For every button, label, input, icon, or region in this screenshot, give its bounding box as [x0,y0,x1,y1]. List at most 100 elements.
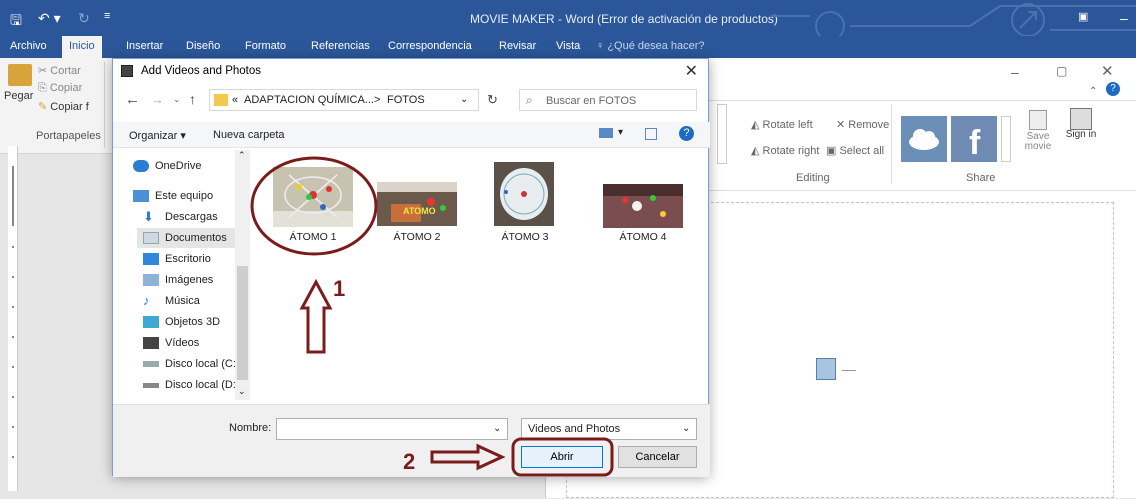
file-label-atomo-2[interactable]: ÁTOMO 2 [369,231,465,243]
remove-button[interactable]: ✕ Remove [836,118,889,131]
scroll-up-icon[interactable]: ⌃ [238,150,246,161]
organize-button[interactable]: Organizar ▾ [129,129,186,142]
share-scroll[interactable] [1001,116,1011,162]
up-icon[interactable]: ↑ [189,91,196,107]
remove-icon: ✕ [836,119,849,131]
rotate-left-button[interactable]: ◭ Rotate left [751,118,813,131]
customize-qat-icon[interactable]: ≡ [104,10,110,22]
name-dropdown-icon[interactable]: ⌄ [493,423,501,434]
gallery-scroll[interactable] [717,104,727,164]
vertical-ruler [8,146,18,491]
computer-icon [133,190,149,202]
nav-label: Este equipo [155,190,214,202]
facebook-icon[interactable]: f [951,116,997,162]
tab-correspondencia[interactable]: Correspondencia [388,40,472,52]
onedrive-icon[interactable] [901,116,947,162]
select-all-icon: ▣ [826,145,840,157]
path-part-1[interactable]: ADAPTACION QUÍMICA... [244,94,374,106]
nav-scrollbar[interactable]: ⌃ ⌄ [235,150,250,400]
cut-label: Cortar [50,65,81,77]
ribbon-tabs: Archivo Inicio Insertar Diseño Formato R… [0,36,1136,58]
forward-icon[interactable]: → [151,92,164,107]
paste-icon[interactable] [8,64,32,86]
minimize-word-icon[interactable]: – [1120,10,1128,26]
file-thumbnail-atomo-1[interactable] [273,167,353,227]
cancel-button[interactable]: Cancelar [618,446,697,468]
drive-icon [143,382,159,388]
save-icon[interactable]: 🖫 [10,10,22,34]
file-label-atomo-4[interactable]: ÁTOMO 4 [595,231,691,243]
scroll-down-icon[interactable]: ⌄ [238,386,246,397]
dialog-toolbar: Organizar ▾ Nueva carpeta ▾ ? [113,122,710,148]
help-icon[interactable]: ? [679,126,694,141]
close-window-icon[interactable]: ✕ [1101,62,1114,80]
nav-label: Objetos 3D [165,316,221,328]
nav-item-este-equipo[interactable]: Este equipo [133,186,249,206]
recent-locations-icon[interactable]: ⌄ [173,94,181,105]
tell-me-search[interactable]: ♀ ¿Qué desea hacer? [596,40,705,52]
save-movie-button[interactable]: Save movie [1018,108,1058,168]
tab-vista[interactable]: Vista [556,40,580,52]
select-all-button[interactable]: ▣ Select all [826,144,884,157]
maximize-icon[interactable]: ▢ [1056,64,1067,78]
file-label-atomo-1[interactable]: ÁTOMO 1 [265,231,361,243]
redo-icon[interactable]: ↻ [78,10,90,27]
search-input[interactable]: ⌕ Buscar en FOTOS [519,89,697,111]
open-button[interactable]: Abrir [521,446,603,468]
minimize-icon[interactable]: – [1011,64,1019,80]
view-options-icon[interactable] [599,128,613,138]
music-icon: ♪ [143,293,150,308]
path-prefix: « [232,94,239,106]
dialog-close-icon[interactable]: ✕ [685,61,698,81]
group-divider [891,104,892,184]
nav-label: Disco local (C:) [165,358,240,370]
video-icon [143,337,159,349]
tab-diseno[interactable]: Diseño [186,40,220,52]
tab-referencias[interactable]: Referencias [311,40,370,52]
tab-formato[interactable]: Formato [245,40,286,52]
address-dropdown-icon[interactable]: ⌄ [460,94,468,105]
file-label-atomo-3[interactable]: ÁTOMO 3 [477,231,573,243]
path-part-2[interactable]: FOTOS [387,94,425,106]
window-title: MOVIE MAKER - Word (Error de activación … [470,12,778,26]
brush-icon: ✎ [38,101,51,113]
document-icon [143,232,159,244]
nav-item-onedrive[interactable]: OneDrive [133,156,249,176]
tab-revisar[interactable]: Revisar [499,40,536,52]
cut-button[interactable]: ✂ Cortar [38,64,81,77]
collapse-ribbon-icon[interactable]: ⌃ [1089,86,1097,97]
file-name-input[interactable]: ⌄ [276,418,508,440]
preview-pane-icon[interactable] [645,128,657,140]
scroll-thumb[interactable] [237,266,248,380]
rotate-right-icon: ◭ [751,145,763,157]
folder-icon [214,94,228,106]
copy-button[interactable]: ⎘ Copiar [38,82,82,95]
file-thumbnail-atomo-3[interactable] [494,162,554,226]
rotate-right-button[interactable]: ◭ Rotate right [751,144,819,157]
tab-inicio[interactable]: Inicio [62,36,102,58]
undo-icon[interactable]: ↶ ▾ [38,10,61,27]
add-videos-dialog: Add Videos and Photos ✕ ← → ⌄ ↑ « ADAPTA… [112,58,710,477]
file-type-select[interactable]: Videos and Photos ⌄ [521,418,697,440]
sign-in-button[interactable]: Sign in [1064,108,1098,168]
help-icon[interactable]: ? [1106,82,1120,96]
photo-placeholder-icon [816,358,836,380]
format-painter-button[interactable]: ✎ Copiar f [38,100,89,113]
path-separator: > [374,94,381,106]
drive-icon [143,361,159,367]
ribbon-options-icon[interactable]: ▣ [1078,10,1088,23]
navigation-pane: OneDrive Este equipo ⬇ Descargas Document… [123,150,251,400]
paste-button[interactable]: Pegar [4,90,33,102]
new-folder-button[interactable]: Nueva carpeta [213,129,285,141]
lightbulb-icon: ♀ [596,40,608,52]
address-bar[interactable]: « ADAPTACION QUÍMICA... > FOTOS ⌄ [209,89,479,111]
view-dropdown-icon[interactable]: ▾ [618,127,623,138]
tab-archivo[interactable]: Archivo [10,40,47,52]
movie-maker-app-icon [121,65,133,77]
refresh-icon[interactable]: ↻ [487,92,498,108]
nav-item-documentos[interactable]: Documentos [137,228,249,248]
file-thumbnail-atomo-2[interactable]: ATOMO [377,182,457,226]
tab-insertar[interactable]: Insertar [126,40,163,52]
file-thumbnail-atomo-4[interactable] [603,184,683,228]
back-icon[interactable]: ← [125,91,140,108]
